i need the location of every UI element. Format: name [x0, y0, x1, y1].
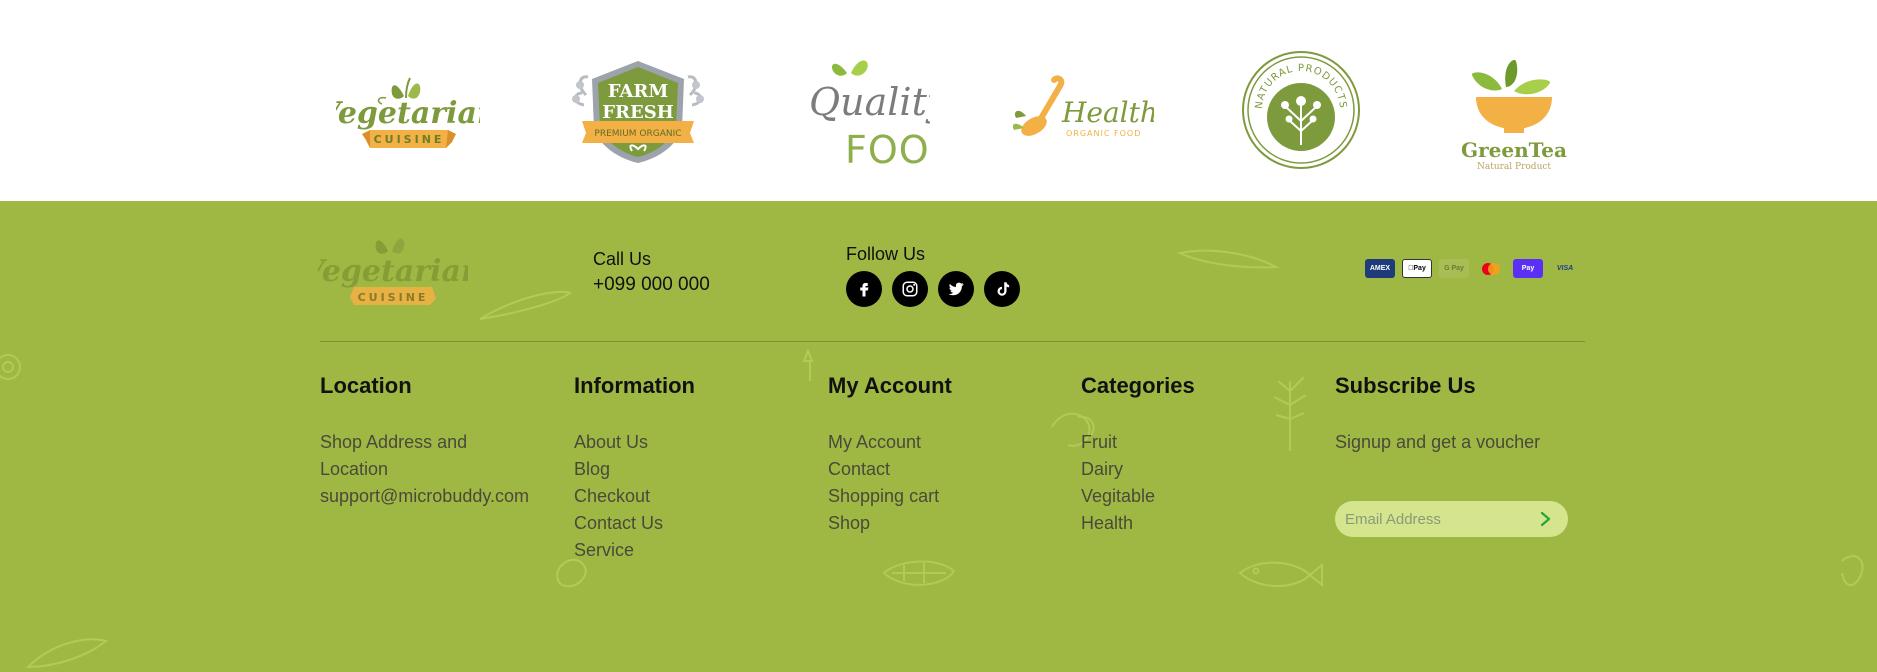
svg-text:Quality: Quality — [809, 80, 930, 124]
footer-logo[interactable]: Vegetarian CUISINE — [301, 221, 483, 321]
brand-logo-strip: Vegetarian CUISINE FARM FRESH PREMIUM OR… — [0, 0, 1877, 201]
link-contact[interactable]: Contact — [828, 456, 952, 483]
twitter-link[interactable] — [938, 271, 974, 307]
subscribe-form — [1335, 501, 1568, 537]
facebook-icon — [860, 283, 869, 297]
call-us-block: Call Us +099 000 000 — [593, 247, 710, 299]
subscribe-submit-button[interactable] — [1534, 507, 1558, 531]
tiktok-link[interactable] — [984, 271, 1020, 307]
greentea-logo-icon: GreenTea Natural Product — [1461, 60, 1567, 172]
svg-text:Vegetarian: Vegetarian — [336, 96, 480, 131]
tiktok-icon — [997, 282, 1010, 296]
link-checkout[interactable]: Checkout — [574, 483, 695, 510]
link-vegitable[interactable]: Vegitable — [1081, 483, 1195, 510]
my-account-heading: My Account — [828, 373, 952, 398]
svg-text:CUISINE: CUISINE — [358, 291, 429, 304]
subscribe-text: Signup and get a voucher — [1335, 432, 1541, 452]
categories-heading: Categories — [1081, 373, 1195, 398]
support-email[interactable]: support@microbuddy.com — [320, 483, 529, 510]
payment-methods: AMEX Pay G Pay Pay VISA — [1365, 259, 1580, 278]
footer-divider — [320, 341, 1585, 342]
link-dairy[interactable]: Dairy — [1081, 456, 1195, 483]
link-shopping-cart[interactable]: Shopping cart — [828, 483, 952, 510]
natural-products-logo[interactable]: NATURAL PRODUCTS — [1240, 40, 1362, 180]
twitter-icon — [948, 282, 964, 296]
call-us-label: Call Us — [593, 249, 652, 269]
link-blog[interactable]: Blog — [574, 456, 695, 483]
visa-icon: VISA — [1556, 265, 1574, 272]
amex-card-icon: AMEX — [1365, 259, 1395, 278]
svg-text:FRESH: FRESH — [602, 102, 673, 123]
svg-text:PREMIUM ORGANIC: PREMIUM ORGANIC — [594, 129, 681, 139]
location-column: Location Shop Address and Location suppo… — [320, 371, 529, 510]
svg-text:GreenTea: GreenTea — [1461, 138, 1567, 162]
address-line: Location — [320, 459, 389, 479]
shop-pay-icon: Pay — [1513, 259, 1543, 278]
address-line: Shop Address and — [320, 432, 468, 452]
farm-fresh-logo[interactable]: FARM FRESH PREMIUM ORGANIC — [566, 40, 710, 180]
subscribe-column: Subscribe Us Signup and get a voucher — [1335, 371, 1540, 456]
health-logo[interactable]: Health ORGANIC FOOD — [1010, 40, 1154, 180]
svg-text:Health: Health — [1061, 96, 1154, 129]
apple-pay-icon: Pay — [1402, 259, 1432, 278]
instagram-icon — [902, 281, 918, 297]
chevron-right-icon — [1540, 511, 1551, 527]
vegetarian-cuisine-logo-icon: Vegetarian CUISINE — [336, 77, 480, 148]
link-contact-us[interactable]: Contact Us — [574, 510, 695, 537]
follow-us-label: Follow Us — [846, 244, 926, 264]
email-field[interactable] — [1345, 510, 1534, 528]
quality-food-logo[interactable]: Quality FOOD — [795, 40, 930, 180]
link-fruit[interactable]: Fruit — [1081, 429, 1195, 456]
link-health[interactable]: Health — [1081, 510, 1195, 537]
svg-text:CUISINE: CUISINE — [374, 133, 445, 146]
google-pay-icon: G Pay — [1439, 259, 1469, 278]
my-account-column: My Account My Account Contact Shopping c… — [828, 371, 952, 537]
location-heading: Location — [320, 373, 412, 398]
categories-column: Categories Fruit Dairy Vegitable Health — [1081, 371, 1195, 537]
vegetarian-cuisine-logo[interactable]: Vegetarian CUISINE — [336, 40, 480, 180]
phone-number[interactable]: +099 000 000 — [593, 271, 710, 299]
greentea-logo[interactable]: GreenTea Natural Product — [1448, 40, 1578, 180]
svg-text:ORGANIC FOOD: ORGANIC FOOD — [1066, 129, 1141, 138]
link-service[interactable]: Service — [574, 537, 695, 564]
quality-food-logo-icon: Quality FOOD — [809, 60, 930, 172]
link-my-account[interactable]: My Account — [828, 429, 952, 456]
information-column: Information About Us Blog Checkout Conta… — [574, 371, 695, 564]
site-footer: Vegetarian CUISINE Call Us +099 000 000 … — [0, 201, 1877, 672]
mastercard-icon — [1476, 259, 1506, 278]
footer-logo-icon: Vegetarian CUISINE — [301, 238, 483, 305]
svg-text:FOOD: FOOD — [845, 128, 930, 172]
subscribe-heading: Subscribe Us — [1335, 373, 1476, 398]
follow-us-block: Follow Us — [846, 242, 1020, 307]
social-links — [846, 271, 1020, 307]
link-shop[interactable]: Shop — [828, 510, 952, 537]
facebook-link[interactable] — [846, 271, 882, 307]
instagram-link[interactable] — [892, 271, 928, 307]
svg-text:Natural Product: Natural Product — [1477, 162, 1551, 172]
information-heading: Information — [574, 373, 695, 398]
farm-fresh-logo-icon: FARM FRESH PREMIUM ORGANIC — [572, 61, 704, 163]
svg-text:FARM: FARM — [608, 81, 669, 102]
health-logo-icon: Health ORGANIC FOOD — [1012, 75, 1154, 138]
link-about-us[interactable]: About Us — [574, 429, 695, 456]
svg-text:Vegetarian: Vegetarian — [318, 254, 468, 289]
natural-products-logo-icon: NATURAL PRODUCTS — [1242, 51, 1360, 169]
